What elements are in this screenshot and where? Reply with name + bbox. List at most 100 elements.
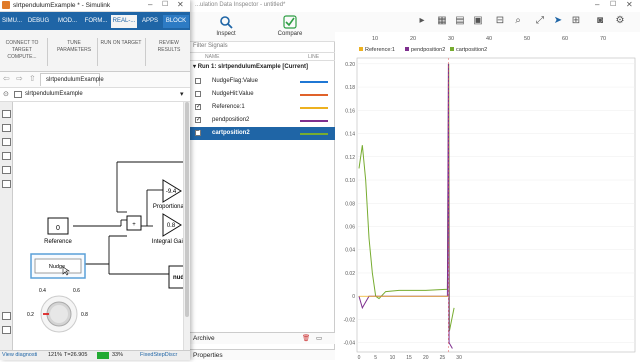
compare-check-icon bbox=[283, 15, 297, 29]
collapse-icon[interactable]: ▾ bbox=[193, 64, 196, 70]
explorer-icon[interactable] bbox=[2, 312, 11, 320]
signal-line-swatch[interactable] bbox=[300, 107, 328, 109]
signal-name: NudgeHit:Value bbox=[212, 91, 254, 97]
play-icon[interactable]: ▸ bbox=[416, 15, 428, 27]
view-diagnostics-link[interactable]: View diagnosti bbox=[2, 351, 37, 360]
hide-browser-icon[interactable]: ⊙ bbox=[3, 90, 9, 98]
settings-icon[interactable]: ⚙ bbox=[614, 15, 626, 27]
signal-checkbox[interactable]: ✓ bbox=[195, 104, 201, 110]
arrow-icon[interactable] bbox=[2, 138, 11, 146]
properties-section[interactable]: Properties bbox=[190, 349, 335, 360]
fit-view-icon[interactable] bbox=[2, 124, 11, 132]
signal-checkbox[interactable] bbox=[195, 78, 201, 84]
reference-value: 0 bbox=[56, 225, 60, 232]
signal-line-swatch[interactable] bbox=[300, 94, 328, 96]
y-tick-label: 0.16 bbox=[345, 108, 355, 114]
tab-simulation[interactable]: SIMU... bbox=[1, 15, 23, 28]
ribbon-divider bbox=[97, 38, 98, 66]
tab-real-time[interactable]: REAL-... bbox=[111, 15, 137, 28]
sdi-titlebar: ...ulation Data Inspector - untitled* – … bbox=[190, 0, 640, 12]
tab-apps[interactable]: APPS bbox=[139, 15, 161, 28]
block-diagram[interactable]: 0 Reference Nudge + -9.4 Proportional 0.… bbox=[13, 102, 193, 350]
annotation-icon[interactable] bbox=[2, 152, 11, 160]
data-cursor-icon[interactable]: ⊞ bbox=[570, 15, 582, 27]
area-icon[interactable] bbox=[2, 180, 11, 188]
review-results-button[interactable]: REVIEW RESULTS bbox=[148, 40, 190, 54]
simulink-navbar: ⇦ ⇨ ⇧ slrtpendulumExample bbox=[0, 72, 190, 88]
properties-label: Properties bbox=[193, 352, 223, 359]
signal-name: NudgeFlag:Value bbox=[212, 78, 258, 84]
signal-checkbox[interactable]: ✓ bbox=[195, 117, 201, 123]
tab-modeling[interactable]: MOD... bbox=[54, 15, 81, 28]
model-canvas[interactable]: 0 Reference Nudge + -9.4 Proportional 0.… bbox=[13, 102, 193, 350]
zoom-icon[interactable]: ⌕ bbox=[512, 15, 524, 27]
trash-icon[interactable]: 🗑 bbox=[302, 333, 310, 345]
property-icon[interactable] bbox=[2, 326, 11, 334]
sdi-title: ...ulation Data Inspector - untitled* bbox=[195, 2, 286, 8]
col-line[interactable]: LINE bbox=[308, 54, 319, 60]
expand-archive-icon[interactable]: ▭ bbox=[316, 333, 322, 345]
maximize-icon[interactable]: ☐ bbox=[610, 0, 616, 8]
compare-button[interactable]: Compare bbox=[274, 12, 306, 42]
reference-label: Reference bbox=[44, 239, 72, 245]
tune-parameters-button[interactable]: TUNE PARAMETERS bbox=[54, 40, 94, 54]
minimize-icon[interactable]: – bbox=[595, 0, 599, 9]
plot-axes[interactable] bbox=[356, 57, 636, 353]
tab-format[interactable]: FORM... bbox=[83, 15, 109, 28]
run-row[interactable]: ▾ Run 1: slrtpendulumExample [Current] bbox=[193, 63, 333, 73]
signal-row[interactable]: NudgeHit:Value bbox=[190, 88, 335, 101]
zoom-in-icon[interactable] bbox=[2, 110, 11, 118]
layout-grid-icon[interactable]: ▦ bbox=[436, 15, 448, 27]
y-tick-label: 0.06 bbox=[345, 224, 355, 230]
model-path[interactable]: slrtpendulumExample bbox=[25, 91, 83, 97]
layout-icon[interactable]: ▤ bbox=[454, 15, 466, 27]
model-tab[interactable]: slrtpendulumExample bbox=[40, 73, 104, 86]
path-dropdown-icon[interactable]: ▾ bbox=[180, 90, 184, 98]
canvas-scrollbar[interactable] bbox=[183, 102, 190, 350]
signal-line-swatch[interactable] bbox=[300, 120, 328, 122]
signal-row[interactable]: ✓ cartposition2 bbox=[190, 127, 335, 140]
run-on-target-button[interactable]: RUN ON TARGET bbox=[100, 40, 142, 47]
back-icon[interactable]: ⇦ bbox=[3, 74, 10, 83]
signal-row[interactable]: ✓ Reference:1 bbox=[190, 101, 335, 114]
signal-checkbox[interactable]: ✓ bbox=[195, 130, 201, 136]
up-icon[interactable]: ⇧ bbox=[29, 74, 36, 83]
scrollbar-thumb[interactable] bbox=[185, 102, 189, 317]
clear-icon[interactable]: ⊟ bbox=[494, 15, 506, 27]
close-icon[interactable]: ✕ bbox=[626, 0, 633, 9]
connect-target-button[interactable]: CONNECT TO TARGET COMPUTE... bbox=[2, 40, 42, 61]
cursor-icon[interactable]: ➤ bbox=[552, 15, 564, 27]
inspect-button[interactable]: Inspect bbox=[210, 12, 242, 42]
sim-minimize-icon[interactable]: – bbox=[148, 0, 152, 9]
signal-line-swatch[interactable] bbox=[300, 133, 328, 135]
signal-name: pendposition2 bbox=[212, 117, 250, 123]
zoom-level: 121% bbox=[48, 352, 63, 358]
sim-close-icon[interactable]: ✕ bbox=[177, 0, 184, 9]
snapshot-icon[interactable]: ◙ bbox=[594, 15, 606, 27]
y-tick-label: 0.20 bbox=[345, 62, 355, 68]
sdi-plot[interactable]: 10 20 30 40 50 60 70Reference:1 pendposition2 ca… bbox=[335, 32, 640, 361]
visual-icon[interactable]: ▣ bbox=[472, 15, 484, 27]
filter-signals[interactable]: Filter Signals bbox=[193, 43, 228, 49]
archive-section[interactable]: Archive 🗑 ▭ bbox=[190, 332, 335, 344]
tab-debug[interactable]: DEBUG bbox=[25, 15, 52, 28]
x-tick-label: 10 bbox=[390, 355, 396, 360]
image-icon[interactable] bbox=[2, 166, 11, 174]
signal-row[interactable]: NudgeFlag:Value bbox=[190, 75, 335, 88]
solver-label[interactable]: FixedStepDiscr bbox=[140, 351, 177, 360]
signal-line-swatch[interactable] bbox=[300, 81, 328, 83]
sim-time: T=26.905 bbox=[64, 352, 88, 358]
y-tick-label: 0.10 bbox=[345, 178, 355, 184]
fit-icon[interactable]: ⤢ bbox=[534, 15, 546, 27]
sim-maximize-icon[interactable]: ☐ bbox=[162, 0, 168, 8]
col-name[interactable]: NAME bbox=[205, 54, 219, 60]
integral-gain-value: 0.8 bbox=[167, 223, 176, 229]
forward-icon[interactable]: ⇨ bbox=[16, 74, 23, 83]
top-axis-tick: 30 bbox=[448, 36, 454, 42]
knob-control[interactable] bbox=[40, 295, 78, 333]
y-tick-label: -0.02 bbox=[344, 317, 356, 323]
tab-block[interactable]: BLOCK bbox=[163, 15, 189, 28]
signal-checkbox[interactable] bbox=[195, 91, 201, 97]
signal-row[interactable]: ✓ pendposition2 bbox=[190, 114, 335, 127]
simulink-title: slrtpendulumExample * - Simulink bbox=[13, 2, 111, 9]
